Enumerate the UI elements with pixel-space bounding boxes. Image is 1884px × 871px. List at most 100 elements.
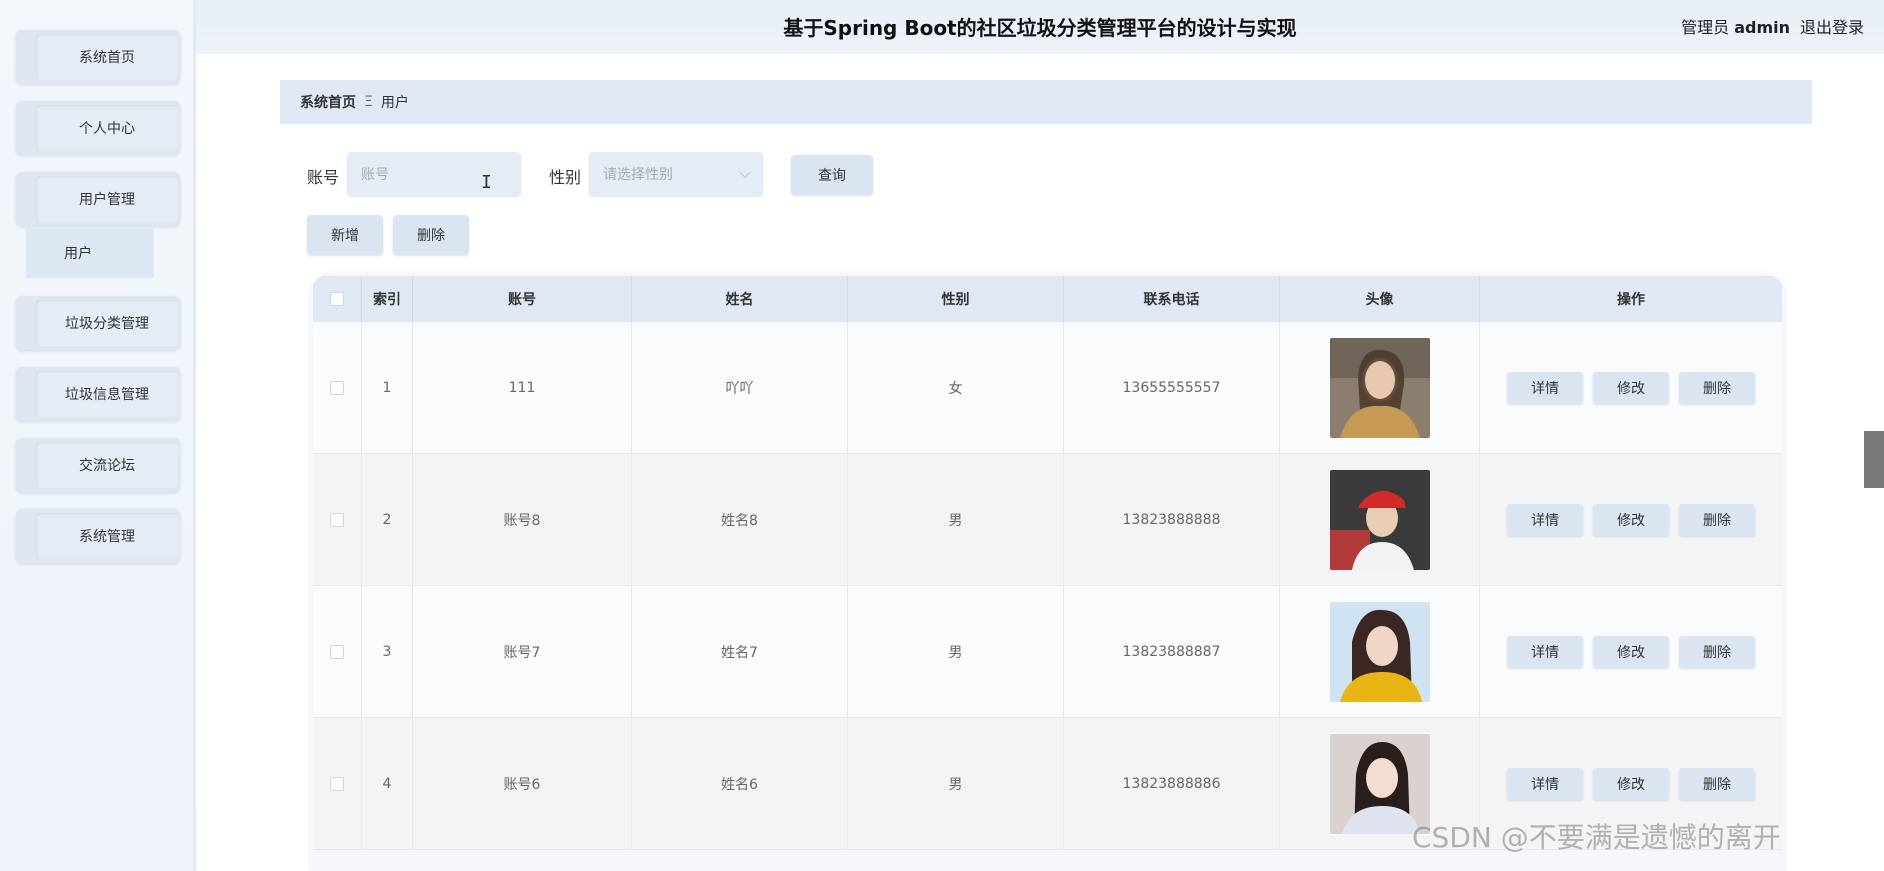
column-header: 头像 xyxy=(1280,276,1480,322)
cell-name: 姓名6 xyxy=(632,718,848,849)
cell-index: 3 xyxy=(362,586,413,717)
cell-gender: 男 xyxy=(848,454,1064,585)
cell-phone: 13823888886 xyxy=(1064,718,1280,849)
user-table: 索引 账号 姓名 性别 联系电话 头像 操作 1 111 吖吖 女 136555… xyxy=(310,274,1785,871)
sidebar-item-user-management[interactable]: 用户管理 xyxy=(16,172,180,226)
sidebar-item-forum[interactable]: 交流论坛 xyxy=(16,438,180,492)
cell-actions: 详情 修改 删除 xyxy=(1480,454,1782,585)
add-button[interactable]: 新增 xyxy=(307,215,383,255)
gender-select-placeholder: 请选择性别 xyxy=(603,167,673,183)
detail-button[interactable]: 详情 xyxy=(1507,635,1583,668)
column-header: 联系电话 xyxy=(1064,276,1280,322)
cell-account: 111 xyxy=(413,322,632,453)
username: admin xyxy=(1734,18,1790,37)
cell-account: 账号7 xyxy=(413,586,632,717)
sidebar-item-profile[interactable]: 个人中心 xyxy=(16,101,180,155)
column-header: 账号 xyxy=(413,276,632,322)
cell-account: 账号8 xyxy=(413,454,632,585)
detail-button[interactable]: 详情 xyxy=(1507,503,1583,536)
sidebar-item-home[interactable]: 系统首页 xyxy=(16,30,180,84)
query-button[interactable]: 查询 xyxy=(791,155,873,195)
edit-button[interactable]: 修改 xyxy=(1593,767,1669,800)
cell-avatar xyxy=(1280,454,1480,585)
cell-index: 4 xyxy=(362,718,413,849)
gender-label: 性别 xyxy=(549,168,582,187)
cell-name: 姓名8 xyxy=(632,454,848,585)
sidebar-item-label: 用户管理 xyxy=(36,176,178,222)
sidebar-item-garbage-category[interactable]: 垃圾分类管理 xyxy=(16,296,180,350)
cell-index: 2 xyxy=(362,454,413,585)
sidebar-item-label: 个人中心 xyxy=(36,105,178,151)
row-checkbox[interactable] xyxy=(330,644,344,659)
cell-name: 姓名7 xyxy=(632,586,848,717)
column-header: 性别 xyxy=(848,276,1064,322)
sidebar-item-system[interactable]: 系统管理 xyxy=(16,509,180,563)
delete-button[interactable]: 删除 xyxy=(1679,371,1755,404)
column-header: 索引 xyxy=(362,276,413,322)
account-input[interactable]: 账号 xyxy=(347,152,521,196)
text-cursor-icon: I xyxy=(481,172,492,193)
row-select-cell xyxy=(313,718,362,849)
detail-button[interactable]: 详情 xyxy=(1507,371,1583,404)
row-checkbox[interactable] xyxy=(330,776,344,791)
table-row: 1 111 吖吖 女 13655555557 详情 修改 删除 xyxy=(313,322,1782,454)
table-row: 3 账号7 姓名7 男 13823888887 详情 修改 删除 xyxy=(313,586,1782,718)
page-title: 基于Spring Boot的社区垃圾分类管理平台的设计与实现 xyxy=(783,16,1297,40)
logout-link[interactable]: 退出登录 xyxy=(1800,14,1864,38)
cell-gender: 男 xyxy=(848,586,1064,717)
page-scrollbar-thumb[interactable] xyxy=(1864,431,1884,488)
gender-select[interactable]: 请选择性别 xyxy=(589,152,763,196)
cell-phone: 13823888887 xyxy=(1064,586,1280,717)
cell-phone: 13823888888 xyxy=(1064,454,1280,585)
breadcrumb-current: 用户 xyxy=(380,95,409,111)
chevron-down-icon xyxy=(739,166,751,179)
breadcrumb: 系统首页 Ξ 用户 xyxy=(280,80,1812,124)
sidebar-item-label: 系统首页 xyxy=(36,34,178,80)
cell-avatar xyxy=(1280,586,1480,717)
edit-button[interactable]: 修改 xyxy=(1593,371,1669,404)
edit-button[interactable]: 修改 xyxy=(1593,635,1669,668)
sidebar-item-label: 垃圾信息管理 xyxy=(36,371,178,417)
row-checkbox[interactable] xyxy=(330,380,344,395)
sidebar: 系统首页 个人中心 用户管理 用户 垃圾分类管理 垃圾信息管理 交流论坛 系统管… xyxy=(0,0,196,871)
sidebar-item-garbage-info[interactable]: 垃圾信息管理 xyxy=(16,367,180,421)
delete-button[interactable]: 删除 xyxy=(1679,635,1755,668)
breadcrumb-home[interactable]: 系统首页 xyxy=(300,92,356,112)
row-select-cell xyxy=(313,322,362,453)
row-select-cell xyxy=(313,586,362,717)
role-label: 管理员 xyxy=(1681,18,1730,37)
breadcrumb-separator: Ξ xyxy=(364,94,373,110)
cell-actions: 详情 修改 删除 xyxy=(1480,586,1782,717)
cell-gender: 男 xyxy=(848,718,1064,849)
delete-button[interactable]: 删除 xyxy=(1679,503,1755,536)
sidebar-subitem-user[interactable]: 用户 xyxy=(26,228,154,278)
batch-delete-button[interactable]: 删除 xyxy=(393,215,469,255)
cell-avatar xyxy=(1280,322,1480,453)
column-header: 姓名 xyxy=(632,276,848,322)
avatar-image xyxy=(1329,337,1430,438)
cell-phone: 13655555557 xyxy=(1064,322,1280,453)
table-header: 索引 账号 姓名 性别 联系电话 头像 操作 xyxy=(313,276,1782,322)
cell-actions: 详情 修改 删除 xyxy=(1480,322,1782,453)
select-all-cell xyxy=(313,276,362,322)
sidebar-item-label: 交流论坛 xyxy=(36,442,178,488)
cell-account: 账号6 xyxy=(413,718,632,849)
watermark: CSDN @不要满是遗憾的离开 xyxy=(1412,821,1781,854)
cell-gender: 女 xyxy=(848,322,1064,453)
top-header: 基于Spring Boot的社区垃圾分类管理平台的设计与实现 管理员 admin… xyxy=(196,0,1884,54)
column-header: 操作 xyxy=(1617,292,1645,308)
cell-index: 1 xyxy=(362,322,413,453)
user-role: 管理员 admin xyxy=(1681,14,1790,38)
cell-name: 吖吖 xyxy=(632,322,848,453)
select-all-checkbox[interactable] xyxy=(330,292,344,306)
delete-button[interactable]: 删除 xyxy=(1679,767,1755,800)
table-row: 2 账号8 姓名8 男 13823888888 详情 修改 删除 xyxy=(313,454,1782,586)
avatar-image xyxy=(1329,469,1430,570)
row-select-cell xyxy=(313,454,362,585)
header-user-area: 管理员 admin 退出登录 xyxy=(1681,14,1864,38)
detail-button[interactable]: 详情 xyxy=(1507,767,1583,800)
row-checkbox[interactable] xyxy=(330,512,344,527)
sidebar-item-label: 系统管理 xyxy=(36,513,178,559)
avatar-image xyxy=(1329,601,1430,702)
edit-button[interactable]: 修改 xyxy=(1593,503,1669,536)
